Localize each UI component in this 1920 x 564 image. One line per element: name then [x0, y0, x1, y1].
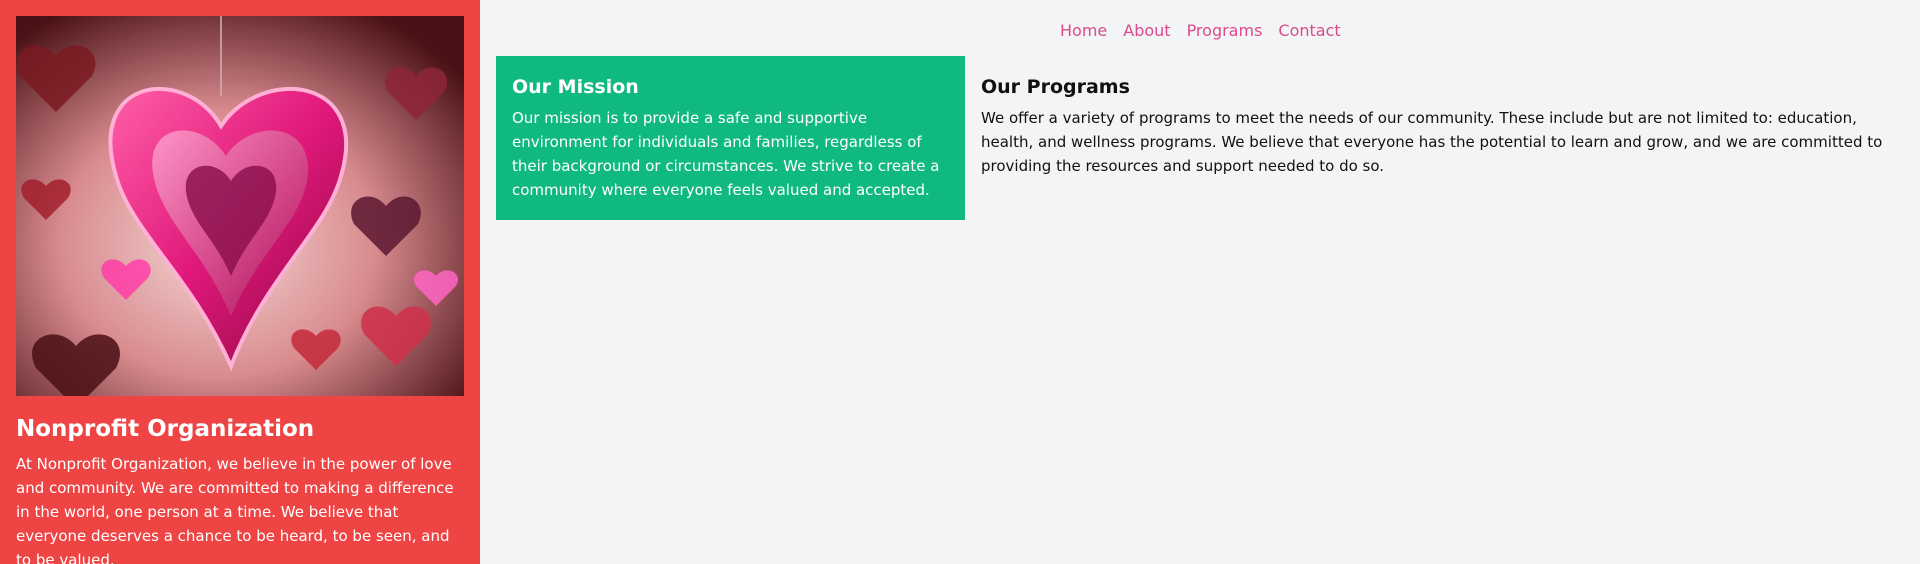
top-nav: Home About Programs Contact — [1060, 16, 1341, 44]
programs-title: Our Programs — [981, 76, 1130, 98]
page: Nonprofit Organization At Nonprofit Orga… — [0, 0, 1920, 564]
nav-link-about[interactable]: About — [1123, 21, 1170, 40]
nav-link-contact[interactable]: Contact — [1278, 21, 1340, 40]
organization-title: Nonprofit Organization — [16, 416, 315, 442]
organization-description: At Nonprofit Organization, we believe in… — [16, 455, 454, 564]
programs-text: We offer a variety of programs to meet t… — [981, 109, 1883, 175]
hanging-heart-image — [16, 16, 464, 396]
mission-text: Our mission is to provide a safe and sup… — [512, 109, 940, 199]
programs-section: Our Programs We offer a variety of progr… — [965, 56, 1905, 194]
nav-link-home[interactable]: Home — [1060, 21, 1107, 40]
sidebar: Nonprofit Organization At Nonprofit Orga… — [0, 0, 480, 564]
mission-title: Our Mission — [512, 76, 639, 98]
nav-link-programs[interactable]: Programs — [1187, 21, 1263, 40]
mission-card: Our Mission Our mission is to provide a … — [496, 56, 965, 220]
